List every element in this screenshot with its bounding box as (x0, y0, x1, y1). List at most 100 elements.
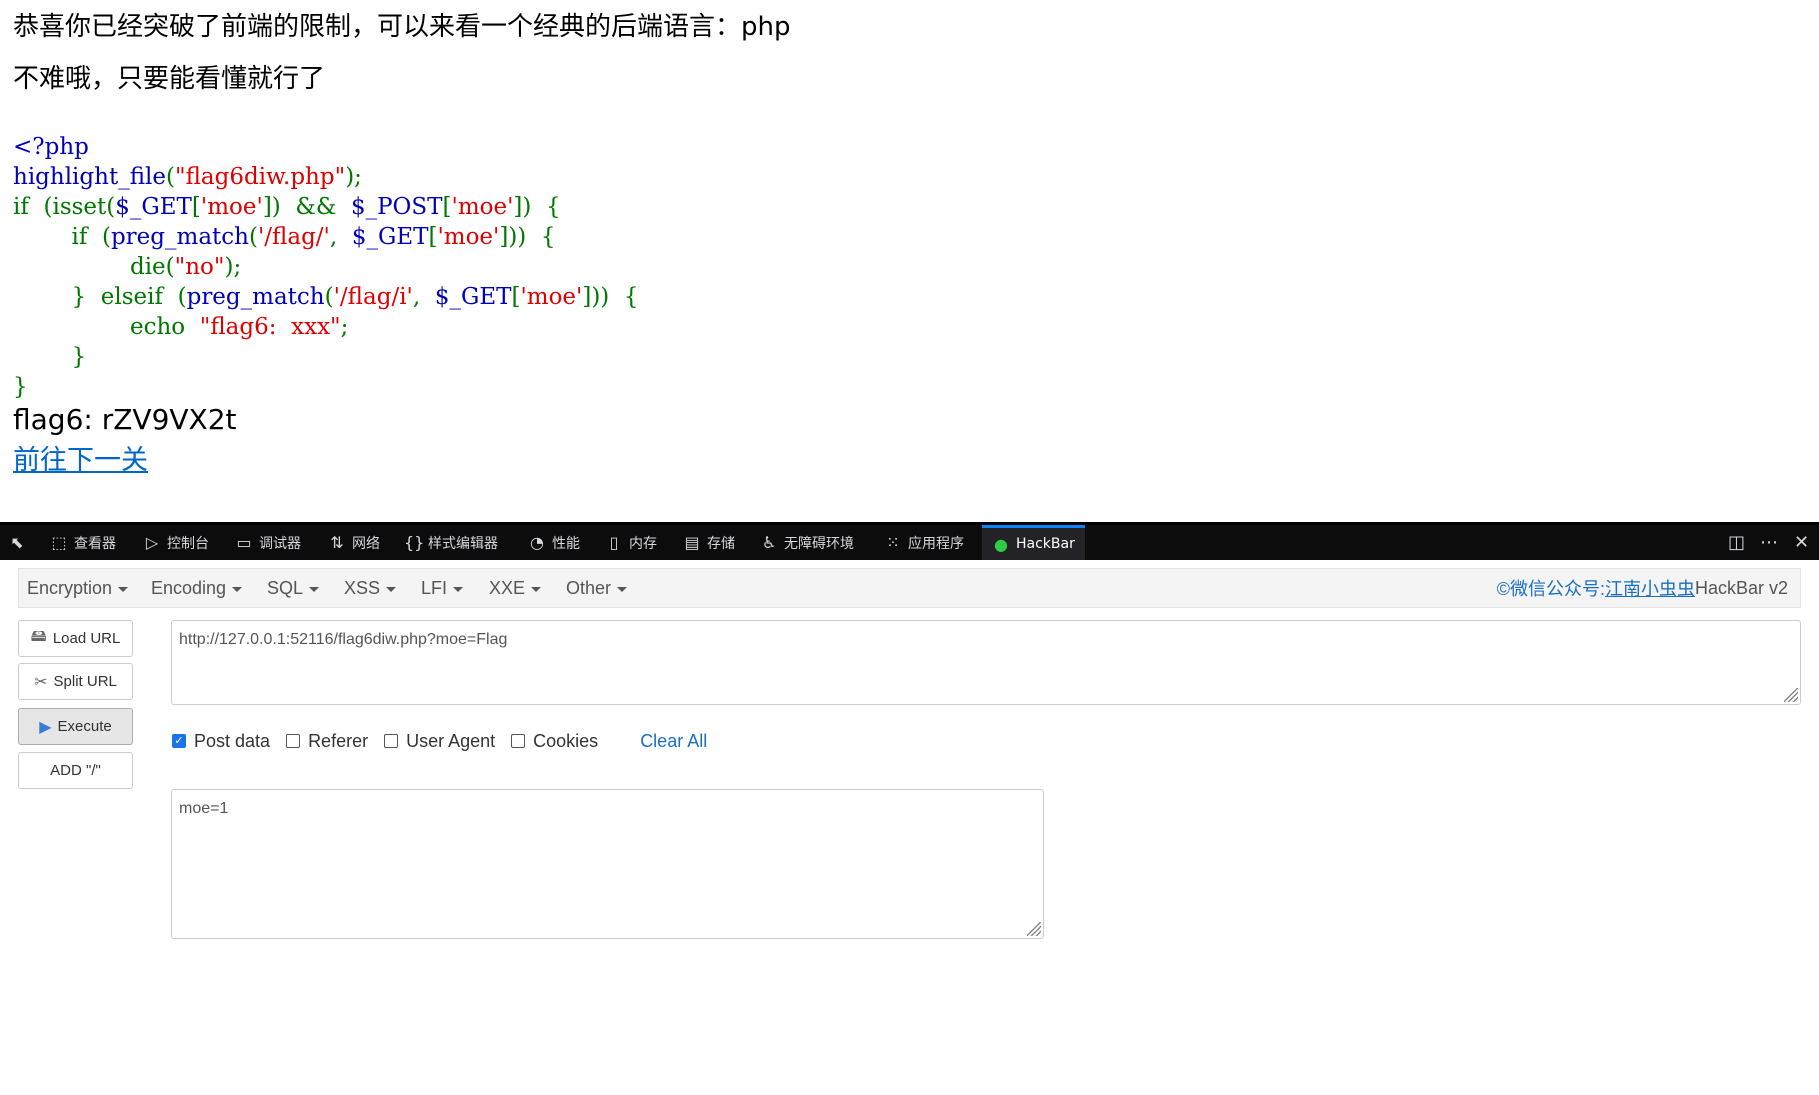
tab-application[interactable]: ⁙ 应用程序 (884, 525, 964, 560)
button-label: Load URL (52, 630, 121, 647)
resize-handle-icon[interactable] (1027, 922, 1041, 936)
tab-storage[interactable]: ▤ 存储 (683, 525, 735, 560)
dock-side-icon[interactable]: ◫ (1728, 525, 1745, 560)
code-token: 'moe' (200, 194, 263, 220)
menu-label: Encryption (27, 577, 113, 598)
code-token: ( (248, 224, 258, 250)
credit-suffix: HackBar v2 (1694, 577, 1788, 598)
devtools-panel: ⬉ ⬚ 查看器 ▷ 控制台 ▭ 调试器 ⇅ 网络 {} 样式编辑器 ◔ 性能 ▯ 内存 ▤ 存储… (0, 522, 1819, 1095)
menu-label: SQL (267, 577, 304, 598)
menu-label: LFI (421, 577, 448, 598)
tab-inspector[interactable]: ⬚ 查看器 (50, 525, 116, 560)
code-token: preg_match (186, 284, 325, 310)
tab-accessibility[interactable]: ♿ 无障碍环境 (760, 525, 854, 560)
menu-other[interactable]: Other (566, 569, 628, 607)
code-token: } elseif ( (13, 284, 187, 310)
tab-performance[interactable]: ◔ 性能 (528, 525, 580, 560)
checkbox-icon (286, 734, 301, 748)
caret-down-icon (453, 586, 464, 592)
url-input[interactable]: http://127.0.0.1:52116/flag6diw.php?moe=… (171, 620, 1801, 705)
close-icon[interactable]: ✕ (1794, 525, 1809, 560)
code-token: ]) { (513, 194, 561, 220)
menu-encoding[interactable]: Encoding (151, 569, 243, 607)
add-slash-button[interactable]: ADD "/" (18, 752, 133, 789)
flag-output: flag6: rZV9VX2t (13, 403, 237, 436)
page-heading: 恭喜你已经突破了前端的限制，可以来看一个经典的后端语言：php (13, 12, 791, 42)
memory-icon: ▯ (609, 533, 619, 552)
tab-memory[interactable]: ▯ 内存 (605, 525, 657, 560)
code-token: ); (345, 164, 362, 190)
hackbar-icon: ● (994, 534, 1008, 554)
execute-button[interactable]: ▶ Execute (18, 708, 133, 745)
tab-label: 内存 (629, 535, 657, 552)
code-token: echo (13, 314, 200, 340)
resize-handle-icon[interactable] (1784, 688, 1798, 702)
tab-label: 应用程序 (908, 535, 964, 552)
next-level-link[interactable]: 前往下一关 (13, 438, 148, 477)
caret-down-icon (232, 586, 243, 592)
post-data-checkbox[interactable]: ✓ Post data (172, 731, 270, 752)
code-token: "flag6: xxx" (199, 314, 341, 340)
menu-label: Other (566, 577, 612, 598)
option-label: Referer (308, 730, 369, 751)
option-label: Post data (194, 730, 271, 751)
code-line: if (isset($_GET['moe']) && $_POST['moe']… (13, 192, 639, 222)
code-token: if (isset( (13, 194, 116, 220)
code-line: die("no"); (13, 252, 639, 282)
code-token: } (13, 374, 28, 400)
tab-network[interactable]: ⇅ 网络 (328, 525, 380, 560)
tab-label: 控制台 (167, 535, 209, 552)
code-token: preg_match (110, 224, 249, 250)
menu-label: XSS (344, 577, 381, 598)
caret-down-icon (118, 586, 129, 592)
tab-hackbar[interactable]: ● HackBar (982, 525, 1085, 560)
devtools-toolbar: ⬉ ⬚ 查看器 ▷ 控制台 ▭ 调试器 ⇅ 网络 {} 样式编辑器 ◔ 性能 ▯ 内存 ▤ 存储… (0, 525, 1819, 560)
code-token: ( (166, 164, 175, 190)
menu-label: XXE (489, 577, 526, 598)
code-line: echo "flag6: xxx"; (13, 312, 639, 342)
code-token: [ (191, 194, 201, 220)
tab-label: 无障碍环境 (784, 535, 854, 552)
tab-style-editor[interactable]: {} 样式编辑器 (404, 525, 498, 560)
referer-checkbox[interactable]: Referer (286, 731, 368, 752)
debugger-icon: ▭ (236, 533, 252, 552)
post-data-input[interactable]: moe=1 (171, 789, 1044, 939)
element-picker-icon[interactable]: ⬉ (8, 525, 26, 560)
menu-label: Encoding (151, 577, 227, 598)
code-token: '/flag/i' (333, 284, 413, 310)
cookies-checkbox[interactable]: Cookies (511, 731, 598, 752)
more-options-icon[interactable]: ⋯ (1760, 525, 1778, 560)
menu-xxe[interactable]: XXE (489, 569, 542, 607)
tab-console[interactable]: ▷ 控制台 (143, 525, 209, 560)
tab-label: 性能 (552, 535, 580, 552)
clear-all-link[interactable]: Clear All (640, 731, 707, 752)
performance-icon: ◔ (530, 533, 544, 552)
code-line: } (13, 372, 639, 402)
load-url-button[interactable]: 🖴 Load URL (18, 620, 133, 657)
tab-debugger[interactable]: ▭ 调试器 (235, 525, 301, 560)
split-url-button[interactable]: ✂ Split URL (18, 663, 133, 700)
load-icon: 🖴 (30, 628, 47, 645)
checkbox-checked-icon: ✓ (172, 734, 186, 748)
hackbar-credit: ©微信公众号: 江南小虫虫 HackBar v2 (1497, 569, 1788, 607)
credit-link[interactable]: 江南小虫虫 (1605, 575, 1695, 601)
code-token: "flag6diw.php" (175, 164, 346, 190)
menu-xss[interactable]: XSS (344, 569, 397, 607)
menu-encryption[interactable]: Encryption (27, 569, 129, 607)
scissors-icon: ✂ (34, 673, 48, 691)
user-agent-checkbox[interactable]: User Agent (384, 731, 495, 752)
tab-label: 样式编辑器 (428, 535, 498, 552)
application-icon: ⁙ (886, 533, 900, 552)
menu-sql[interactable]: SQL (267, 569, 320, 607)
code-token: 'moe' (451, 194, 514, 220)
code-line: <?php (13, 132, 639, 162)
menu-lfi[interactable]: LFI (421, 569, 464, 607)
button-label: ADD "/" (50, 762, 101, 779)
code-token: 'moe' (520, 284, 583, 310)
code-token: [ (442, 194, 452, 220)
code-token: $_GET (351, 224, 429, 250)
checkbox-icon (384, 734, 399, 748)
accessibility-icon: ♿ (761, 533, 777, 552)
code-token: } (13, 344, 87, 370)
storage-icon: ▤ (684, 533, 700, 552)
